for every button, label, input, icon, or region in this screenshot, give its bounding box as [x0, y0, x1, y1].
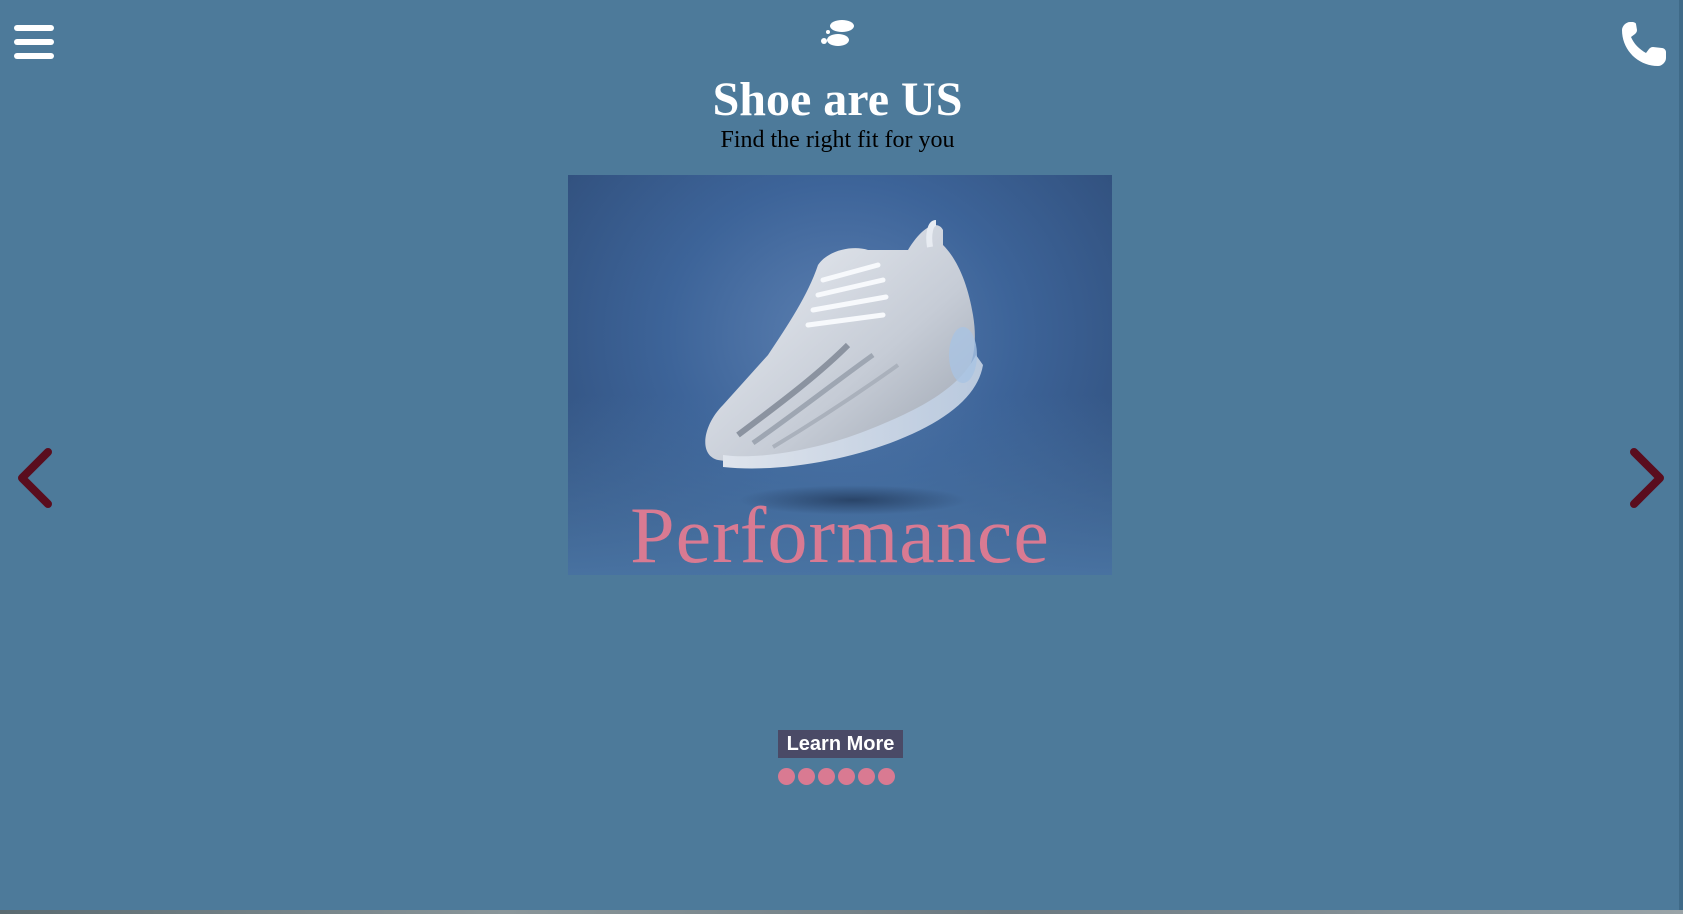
- carousel-dot[interactable]: [798, 768, 815, 785]
- carousel-slide[interactable]: Performance: [568, 175, 1112, 575]
- sneaker-image: [705, 220, 983, 469]
- carousel-dot[interactable]: [858, 768, 875, 785]
- brand-title: Shoe are US: [712, 73, 963, 126]
- page: Shoe are US Find the right fit for you P…: [0, 0, 1683, 914]
- scrollbar-edge: [1679, 0, 1683, 914]
- slide-caption: Performance: [630, 492, 1050, 575]
- footprint-logo-icon: [821, 20, 854, 46]
- carousel-dot[interactable]: [778, 768, 795, 785]
- chevron-right-icon[interactable]: [1626, 446, 1670, 510]
- chevron-left-icon[interactable]: [12, 446, 56, 510]
- carousel-indicators: [778, 768, 895, 785]
- bottom-strip: [0, 910, 1683, 914]
- learn-more-button[interactable]: Learn More: [778, 730, 903, 758]
- tagline: Find the right fit for you: [720, 127, 955, 153]
- carousel-dot[interactable]: [838, 768, 855, 785]
- phone-icon[interactable]: [1618, 18, 1670, 70]
- hamburger-menu-icon[interactable]: [14, 25, 56, 63]
- carousel-dot[interactable]: [818, 768, 835, 785]
- carousel-dot[interactable]: [878, 768, 895, 785]
